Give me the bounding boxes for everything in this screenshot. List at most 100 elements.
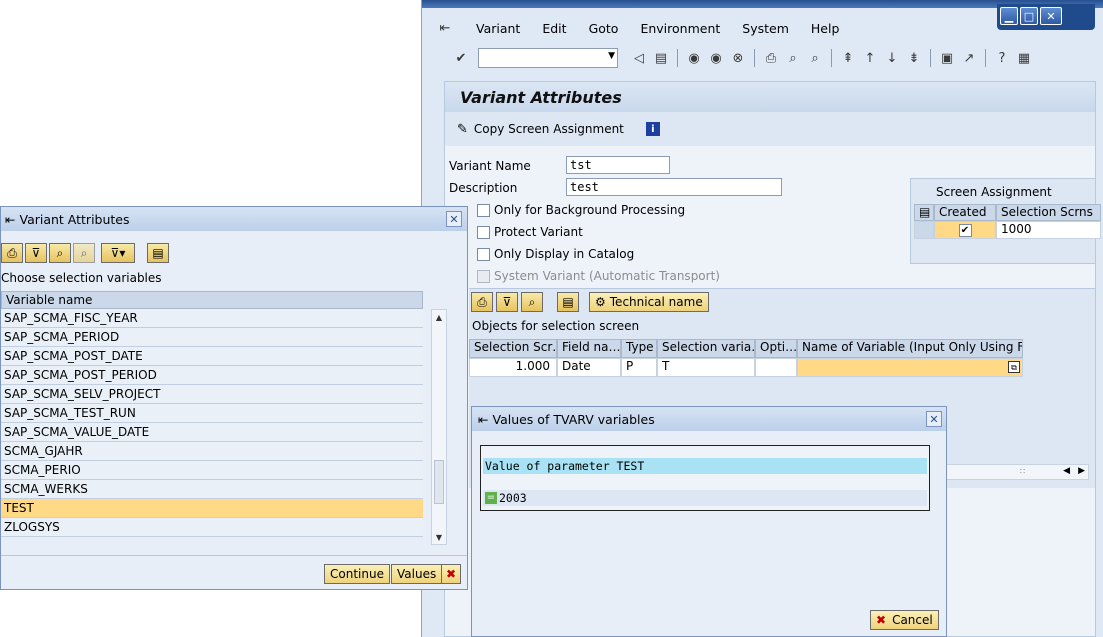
display-in-catalog-checkbox[interactable]: Only Display in Catalog	[477, 247, 634, 261]
continue-button[interactable]: Continue	[324, 564, 390, 584]
checkbox-box[interactable]	[477, 225, 490, 239]
info-icon[interactable]: i	[645, 122, 660, 136]
horizontal-scrollbar[interactable]: ∷ ◀ ▶	[939, 464, 1089, 480]
field-name-value[interactable]: Date	[557, 358, 621, 377]
technical-name-label: Technical name	[609, 295, 703, 309]
menu-environment[interactable]: Environment	[640, 21, 720, 36]
technical-name-button[interactable]: ⚙ Technical name	[589, 292, 709, 312]
f4-help-icon[interactable]: ⧉	[1008, 361, 1020, 373]
created-cell[interactable]: ✔	[934, 221, 996, 239]
print-icon[interactable]: ⎙	[762, 49, 780, 67]
checkbox-label: System Variant (Automatic Transport)	[494, 269, 720, 283]
layout-button[interactable]: ▤	[147, 243, 169, 263]
scroll-down-icon[interactable]: ▼	[432, 530, 446, 544]
screen-assignment-title: Screen Assignment	[936, 185, 1052, 199]
enter-icon[interactable]: ✔	[452, 49, 470, 67]
variant-name-input[interactable]: tst	[566, 156, 670, 174]
toolbar-separator	[831, 49, 832, 67]
checkbox-box[interactable]	[477, 203, 490, 217]
find-icon[interactable]: ⌕	[784, 49, 802, 67]
type-value[interactable]: P	[621, 358, 657, 377]
cancel-icon[interactable]: ⊗	[729, 49, 747, 67]
page-title: Variant Attributes	[460, 87, 622, 107]
selection-variable-value[interactable]: T	[657, 358, 755, 377]
vertical-scrollbar[interactable]: ▲ ▼	[431, 309, 447, 545]
close-icon[interactable]: ✕	[446, 211, 462, 227]
selection-screen-cell[interactable]: 1000	[996, 221, 1101, 239]
layout-button[interactable]: ▤	[557, 292, 579, 312]
find-next-icon[interactable]: ⌕	[806, 49, 824, 67]
copy-screen-assignment-button[interactable]: Copy Screen Assignment	[474, 122, 624, 136]
list-item[interactable]: TEST	[1, 499, 423, 518]
menu-system[interactable]: System	[742, 21, 789, 36]
options-value[interactable]	[755, 358, 797, 377]
parameter-value-row[interactable]: = 2003	[483, 490, 927, 506]
values-button[interactable]: Values	[391, 564, 443, 584]
list-item[interactable]: SAP_SCMA_SELV_PROJECT	[1, 385, 423, 404]
scroll-left-icon[interactable]: ◀	[1063, 466, 1070, 476]
first-page-icon[interactable]: ⇞	[839, 49, 857, 67]
exit-icon[interactable]: ◉	[707, 49, 725, 67]
list-item[interactable]: SCMA_PERIO	[1, 461, 423, 480]
background-processing-checkbox[interactable]: Only for Background Processing	[477, 203, 685, 217]
system-variant-checkbox: System Variant (Automatic Transport)	[477, 269, 720, 283]
chevron-down-icon[interactable]: ▼	[608, 51, 615, 61]
dialog-icon: ⇤	[478, 411, 489, 427]
last-page-icon[interactable]: ⇟	[905, 49, 923, 67]
parameter-value: 2003	[499, 491, 527, 505]
list-item[interactable]: ZLOGSYS	[1, 518, 423, 537]
list-item[interactable]: SAP_SCMA_PERIOD	[1, 328, 423, 347]
col-field-name: Field na…	[557, 339, 621, 358]
cancel-icon[interactable]: ✖	[441, 564, 461, 584]
selection-screen-value[interactable]: 1.000	[469, 358, 557, 377]
menu-goto[interactable]: Goto	[589, 21, 619, 36]
checkbox-box[interactable]	[477, 247, 490, 261]
back-arrow-icon[interactable]: ◁	[630, 49, 648, 67]
parameter-header: Value of parameter TEST	[483, 458, 927, 474]
shortcut-icon[interactable]: ↗	[960, 49, 978, 67]
variable-name-input[interactable]: ⧉	[797, 358, 1023, 377]
menu-icon[interactable]: ⇤	[436, 19, 454, 37]
created-checkbox[interactable]: ✔	[958, 224, 972, 237]
find-button[interactable]: ⌕	[521, 292, 543, 312]
list-item[interactable]: SCMA_WERKS	[1, 480, 423, 499]
dialog-subtitle: Choose selection variables	[1, 271, 162, 285]
description-input[interactable]: test	[566, 178, 782, 196]
list-item[interactable]: SAP_SCMA_POST_DATE	[1, 347, 423, 366]
create-session-icon[interactable]: ▣	[938, 49, 956, 67]
filter-button[interactable]: ⊽	[496, 292, 518, 312]
toolbar-separator	[754, 49, 755, 67]
sort-button[interactable]: ⊽▾	[101, 243, 135, 263]
print-button[interactable]: ⎙	[1, 243, 23, 263]
protect-variant-checkbox[interactable]: Protect Variant	[477, 225, 583, 239]
list-item[interactable]: SAP_SCMA_VALUE_DATE	[1, 423, 423, 442]
next-page-icon[interactable]: ↓	[883, 49, 901, 67]
close-icon[interactable]: ✕	[926, 411, 942, 427]
filter-button[interactable]: ⊽	[25, 243, 47, 263]
print-button[interactable]: ⎙	[471, 292, 493, 312]
row-selector[interactable]	[914, 221, 934, 239]
menu-edit[interactable]: Edit	[542, 21, 566, 36]
back-icon[interactable]: ◉	[685, 49, 703, 67]
list-item[interactable]: SAP_SCMA_POST_PERIOD	[1, 366, 423, 385]
select-all-icon[interactable]: ▤	[914, 204, 934, 221]
find-button[interactable]: ⌕	[49, 243, 71, 263]
list-item[interactable]: SCMA_GJAHR	[1, 442, 423, 461]
layout-icon[interactable]: ▦	[1015, 49, 1033, 67]
list-item[interactable]: SAP_SCMA_FISC_YEAR	[1, 309, 423, 328]
scroll-thumb[interactable]	[434, 460, 444, 504]
objects-title: Objects for selection screen	[472, 319, 640, 333]
col-selection-screens: Selection Scrns	[996, 204, 1101, 221]
previous-page-icon[interactable]: ↑	[861, 49, 879, 67]
menu-help[interactable]: Help	[811, 21, 840, 36]
save-icon[interactable]: ▤	[652, 49, 670, 67]
command-field[interactable]: ▼	[478, 48, 618, 68]
list-item[interactable]: SAP_SCMA_TEST_RUN	[1, 404, 423, 423]
help-icon[interactable]: ?	[993, 49, 1011, 67]
checkbox-box	[477, 269, 490, 283]
scroll-right-icon[interactable]: ▶	[1078, 466, 1085, 476]
scroll-up-icon[interactable]: ▲	[432, 310, 446, 324]
equals-icon: =	[485, 492, 497, 504]
cancel-button[interactable]: ✖ Cancel	[870, 610, 939, 630]
menu-variant[interactable]: Variant	[476, 21, 520, 36]
